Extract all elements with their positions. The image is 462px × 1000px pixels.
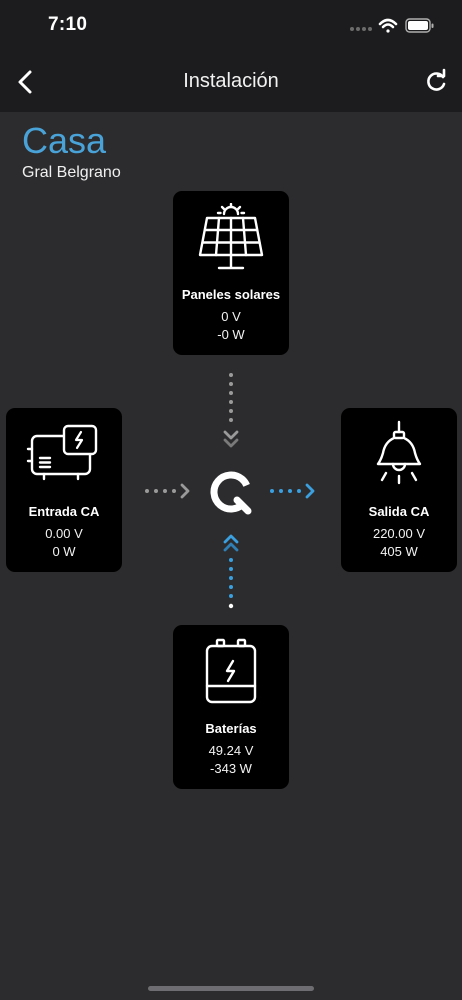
battery-card[interactable]: Baterías 49.24 V -343 W bbox=[173, 625, 289, 789]
refresh-icon[interactable] bbox=[422, 68, 450, 96]
solar-panels-card[interactable]: Paneles solares 0 V -0 W bbox=[173, 191, 289, 355]
ac-output-power: 405 W bbox=[380, 544, 418, 559]
status-icons bbox=[350, 18, 434, 33]
ac-input-power: 0 W bbox=[52, 544, 76, 559]
lamp-icon bbox=[376, 420, 422, 485]
ac-output-card[interactable]: Salida CA 220.00 V 405 W bbox=[341, 408, 457, 572]
ac-input-voltage: 0.00 V bbox=[45, 526, 83, 541]
solar-flow-arrow bbox=[223, 373, 239, 448]
nav-bar: Instalación bbox=[0, 56, 462, 112]
ac-input-label: Entrada CA bbox=[28, 504, 100, 519]
ac-output-voltage: 220.00 V bbox=[372, 526, 426, 541]
battery-charge-icon bbox=[205, 638, 257, 704]
battery-power: -343 W bbox=[210, 761, 252, 776]
page-title: Instalación bbox=[183, 70, 279, 92]
ac-input-flow-arrow bbox=[145, 483, 190, 499]
solar-label: Paneles solares bbox=[181, 287, 281, 302]
signal-icon bbox=[350, 27, 372, 31]
site-name: Casa bbox=[22, 120, 107, 161]
battery-flow-arrow bbox=[223, 534, 239, 609]
battery-label: Baterías bbox=[205, 721, 257, 736]
battery-voltage: 49.24 V bbox=[208, 743, 254, 758]
inverter-logo-icon bbox=[210, 471, 252, 515]
site-location: Gral Belgrano bbox=[22, 164, 121, 181]
battery-icon bbox=[405, 18, 434, 33]
solar-panel-icon bbox=[198, 203, 264, 270]
solar-voltage: 0 V bbox=[221, 309, 241, 324]
generator-icon bbox=[26, 424, 98, 481]
solar-power: -0 W bbox=[217, 327, 245, 342]
ac-output-label: Salida CA bbox=[368, 504, 430, 519]
ac-input-card[interactable]: Entrada CA 0.00 V 0 W bbox=[6, 408, 122, 572]
home-indicator[interactable] bbox=[148, 986, 314, 991]
status-time: 7:10 bbox=[48, 14, 88, 35]
ac-output-flow-arrow bbox=[270, 483, 315, 499]
status-bar: 7:10 bbox=[0, 0, 462, 56]
wifi-icon bbox=[378, 18, 398, 33]
